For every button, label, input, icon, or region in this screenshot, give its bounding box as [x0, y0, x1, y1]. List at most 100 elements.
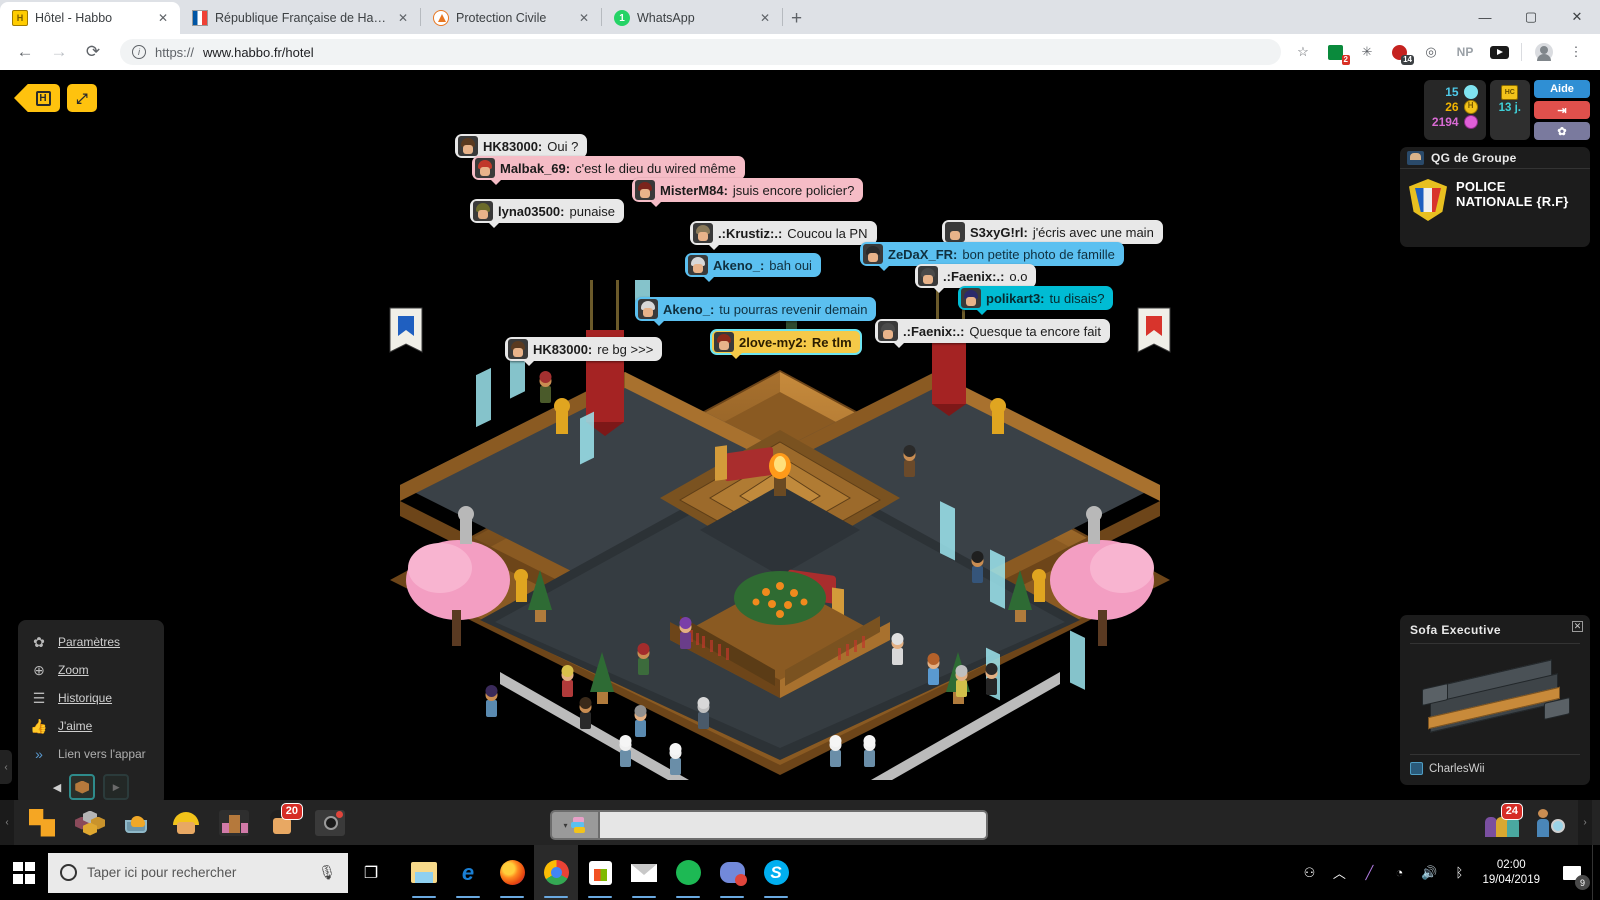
file-explorer-app[interactable] — [402, 845, 446, 900]
chat-style-button[interactable]: ▾ — [550, 810, 598, 840]
volume-tray-icon[interactable]: 🔊 — [1414, 845, 1444, 900]
avatar-profile-icon[interactable]: 20 — [262, 802, 303, 842]
chat-bubble[interactable]: Malbak_69: c'est le dieu du wired même — [472, 156, 745, 185]
chat-bubble[interactable]: ZeDaX_FR: bon petite photo de famille — [860, 242, 1124, 271]
group-hq-panel[interactable]: QG de Groupe POLICE NATIONALE {R.F} — [1400, 147, 1590, 247]
chat-bubble[interactable]: HK83000: Oui ? — [455, 134, 588, 163]
fullscreen-button[interactable]: ⤢ — [67, 84, 97, 112]
internet-explorer-app[interactable]: e — [446, 845, 490, 900]
chat-bubble[interactable]: S3xyG!rl: j'écris avec une main — [942, 220, 1163, 249]
adblock-extension-icon[interactable]: 2 — [1325, 42, 1350, 65]
context-item-zoom[interactable]: ⊕ Zoom — [18, 656, 164, 684]
np-extension-icon[interactable]: NP — [1453, 42, 1477, 62]
people-tray-icon[interactable]: ⚇ — [1294, 845, 1324, 900]
tab-close-icon[interactable]: ✕ — [396, 11, 410, 25]
browser-tab-protection-civile[interactable]: Protection Civile ✕ — [421, 2, 601, 34]
back-button[interactable]: ← — [10, 37, 40, 67]
start-button[interactable] — [0, 845, 48, 900]
site-info-icon[interactable] — [132, 45, 146, 59]
pointer-extension-icon[interactable]: 14 — [1389, 42, 1414, 65]
friends-icon[interactable]: 24 — [1482, 802, 1523, 842]
youtube-extension-icon[interactable] — [1489, 42, 1509, 62]
microphone-icon[interactable]: 🎙 — [318, 864, 336, 881]
chat-bubble[interactable]: .:Faenix:.: o.o — [915, 264, 1037, 293]
context-item-lien-appart[interactable]: » Lien vers l'appar — [18, 740, 164, 768]
notification-center-button[interactable]: 9 — [1552, 845, 1592, 900]
context-item-parametres[interactable]: ✿ Paramètres — [18, 628, 164, 656]
furniture-info-panel[interactable]: ✕ Sofa Executive CharlesWii — [1400, 615, 1590, 785]
address-bar[interactable]: https:// www.habbo.fr/hotel — [120, 39, 1281, 65]
firefox-app[interactable] — [490, 845, 534, 900]
chrome-app[interactable] — [534, 845, 578, 900]
target-extension-icon[interactable]: ◎ — [1421, 42, 1441, 62]
microsoft-store-app[interactable] — [578, 845, 622, 900]
discord-app[interactable] — [710, 845, 754, 900]
task-view-button[interactable]: ❐ — [348, 845, 394, 900]
back-to-hotel-button[interactable]: H — [14, 84, 60, 112]
toolbar-collapse-left[interactable]: ‹ — [0, 800, 14, 845]
maximize-button[interactable]: ▢ — [1508, 0, 1554, 34]
minimize-button[interactable]: — — [1462, 0, 1508, 34]
camera-icon[interactable] — [310, 804, 350, 842]
context-item-historique[interactable]: ☰ Historique — [18, 684, 164, 712]
chat-bubble-own[interactable]: 2love-my2: Re tlm — [710, 329, 862, 359]
ducket-row[interactable]: 2194 — [1432, 115, 1478, 129]
close-icon[interactable]: ✕ — [1572, 621, 1583, 632]
logout-button[interactable]: ⇥ — [1534, 101, 1590, 119]
taskbar-search-box[interactable]: Taper ici pour rechercher 🎙 — [48, 852, 348, 893]
habbo-game-canvas[interactable]: H ⤢ HK83000: Oui ? Malbak_69: c'est le d… — [0, 70, 1600, 845]
taskbar-clock[interactable]: 02:00 19/04/2019 — [1474, 858, 1552, 888]
carousel-prev-button[interactable]: ◀ — [53, 781, 61, 794]
help-button[interactable]: Aide — [1534, 80, 1590, 98]
context-menu-collapse-handle[interactable]: ‹ — [0, 750, 12, 784]
spotify-app[interactable] — [666, 845, 710, 900]
inventory-furni-icon[interactable] — [214, 804, 254, 842]
toolbar-collapse-right[interactable]: › — [1578, 800, 1592, 845]
bluetooth-tray-icon[interactable]: ᛒ — [1444, 845, 1474, 900]
browser-menu-icon[interactable]: ⋮ — [1566, 42, 1586, 62]
browser-tab-republique[interactable]: République Française de Habbo ✕ — [180, 2, 420, 34]
carousel-next-button[interactable]: ▶ — [103, 774, 130, 800]
chat-bubble[interactable]: .:Krustiz:.: Coucou la PN — [690, 221, 877, 250]
show-desktop-button[interactable] — [1592, 845, 1600, 900]
diamond-row[interactable]: 15 — [1445, 82, 1481, 102]
chat-bubble[interactable]: Akeno_: tu pourras revenir demain — [635, 297, 877, 326]
skype-app[interactable] — [754, 845, 798, 900]
room-context-menu[interactable]: ✿ Paramètres ⊕ Zoom ☰ Historique 👍 J'aim… — [18, 620, 164, 806]
new-tab-button[interactable]: + — [791, 8, 802, 30]
screen: Hôtel - Habbo ✕ République Française de … — [0, 0, 1600, 900]
tab-close-icon[interactable]: ✕ — [758, 11, 772, 25]
sparkle-extension-icon[interactable]: ✳ — [1357, 42, 1377, 62]
browser-tab-whatsapp[interactable]: WhatsApp ✕ — [602, 2, 782, 34]
chat-bubble[interactable]: polikart3: tu disais? — [958, 286, 1114, 315]
tab-close-icon[interactable]: ✕ — [156, 11, 170, 25]
chat-bubble[interactable]: Akeno_: bah oui — [685, 253, 821, 282]
chat-bubble[interactable]: lyna03500: punaise — [470, 199, 625, 228]
habbo-home-icon[interactable] — [22, 804, 62, 842]
bookmark-star-icon[interactable]: ☆ — [1293, 42, 1313, 62]
catalog-cart-icon[interactable] — [118, 804, 158, 842]
isometric-room[interactable]: HK83000: Oui ? Malbak_69: c'est le dieu … — [380, 134, 1180, 844]
find-friends-icon[interactable] — [1530, 804, 1570, 842]
reload-button[interactable]: ⟳ — [78, 37, 108, 67]
credit-row[interactable]: 26 — [1445, 100, 1478, 114]
close-window-button[interactable]: ✕ — [1554, 0, 1600, 34]
chat-bubble[interactable]: MisterM84: jsuis encore policier? — [632, 178, 864, 207]
chat-input[interactable] — [598, 810, 988, 840]
forward-button[interactable]: → — [44, 37, 74, 67]
mail-app[interactable] — [622, 845, 666, 900]
navigator-icon[interactable] — [70, 804, 110, 842]
show-hidden-icons-button[interactable]: ︿ — [1324, 845, 1354, 900]
browser-tab-habbo[interactable]: Hôtel - Habbo ✕ — [0, 2, 180, 34]
settings-button[interactable]: ✿ — [1534, 122, 1590, 140]
chat-bubble[interactable]: HK83000: re bg >>> — [505, 337, 663, 366]
context-item-jaime[interactable]: 👍 J'aime — [18, 712, 164, 740]
builders-club-icon[interactable] — [166, 804, 206, 842]
onedrive-tray-icon[interactable]: ╱ — [1354, 845, 1384, 900]
wifi-tray-icon[interactable]: ◔ — [1384, 845, 1414, 900]
profile-avatar-icon[interactable] — [1534, 42, 1554, 62]
tab-close-icon[interactable]: ✕ — [577, 11, 591, 25]
habbo-club-box[interactable]: HC 13 j. — [1489, 80, 1530, 140]
carousel-thumb-active[interactable] — [69, 774, 96, 800]
chat-bubble[interactable]: .:Faenix:.: Quesque ta encore fait — [875, 319, 1110, 348]
